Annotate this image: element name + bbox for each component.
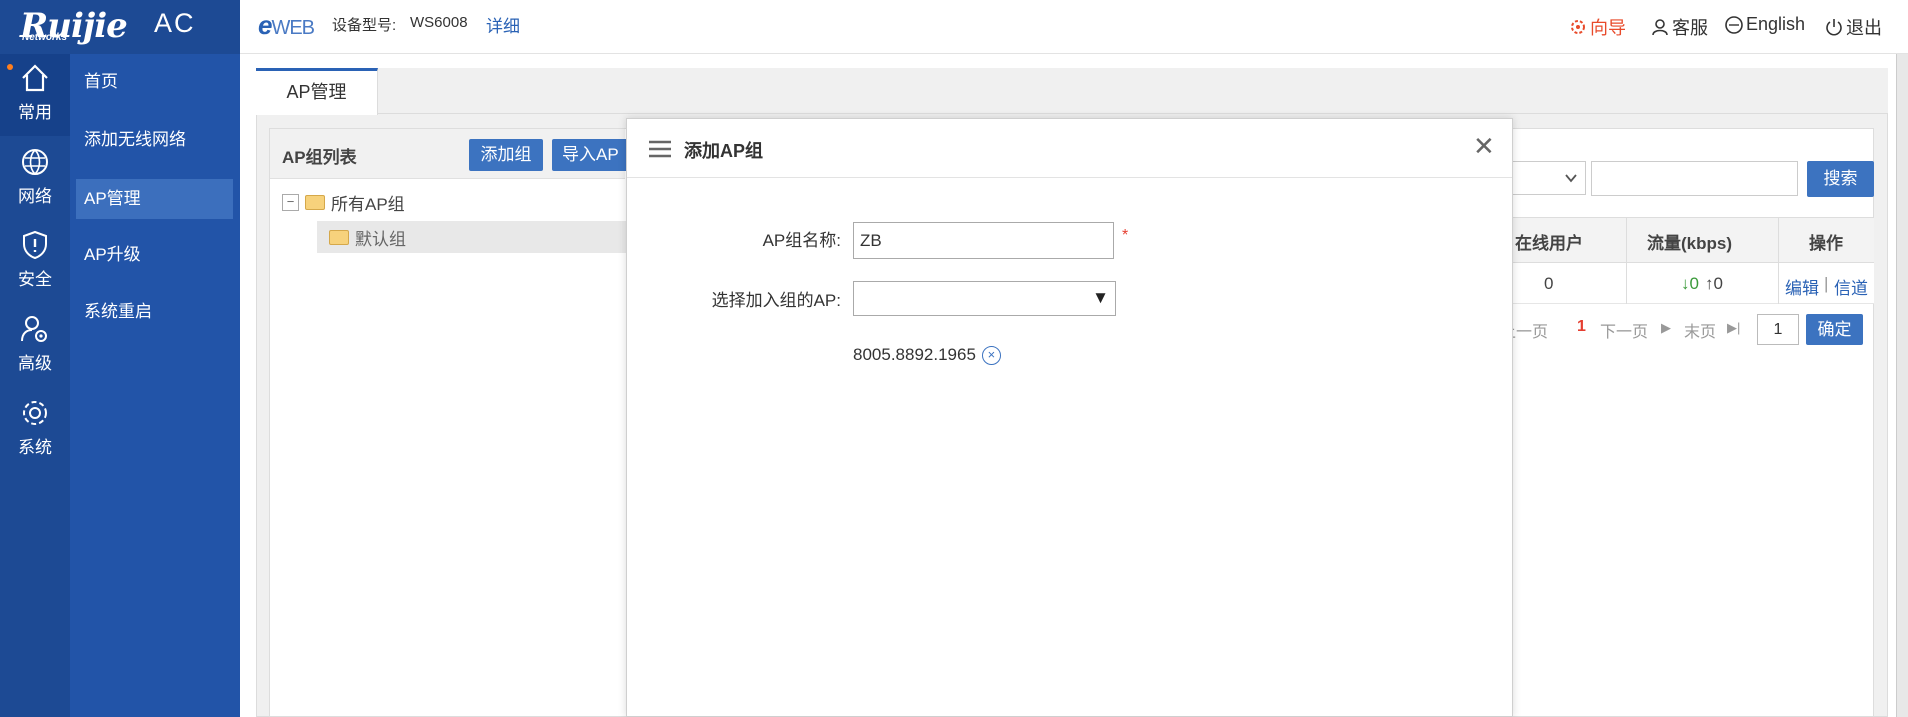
tree-item-default-group[interactable]: 默认组 [317,221,627,253]
scrollbar[interactable] [1896,54,1908,717]
import-ap-button[interactable]: 导入AP [552,139,632,171]
dialog-header: 添加AP组 ✕ [627,119,1512,178]
language-button[interactable]: English [1724,14,1805,35]
wizard-icon [1571,20,1585,34]
link-separator: | [1824,274,1829,293]
rail-item-system[interactable]: 系统 [0,389,70,471]
rail-label: 系统 [18,438,52,457]
logo: Ruijie Networks AC [0,0,240,54]
add-group-button[interactable]: 添加组 [469,139,543,171]
add-ap-group-dialog: 添加AP组 ✕ AP组名称: ZB * 选择加入组的AP: ▼ 8005.889… [626,118,1513,717]
submenu-item-reboot[interactable]: 系统重启 [76,292,233,332]
submenu-item-add-wireless[interactable]: 添加无线网络 [76,120,233,160]
rail-label: 安全 [18,270,52,289]
rail-label: 高级 [18,354,52,373]
rail-item-security[interactable]: 安全 [0,221,70,303]
required-mark: * [1122,227,1129,244]
power-icon [1826,19,1842,36]
tree-item-label: 默认组 [355,229,406,249]
user-icon [1652,19,1668,36]
eweb-logo: eWEB [258,10,315,41]
col-divider [1778,217,1779,304]
logo-product: AC [154,8,196,38]
tree-root-label: 所有AP组 [331,195,405,214]
logout-button[interactable]: 退出 [1824,14,1882,40]
device-model-value: WS6008 [410,14,468,31]
col-actions: 操作 [1809,234,1843,253]
select-ap-label: 选择加入组的AP: [711,291,841,310]
submenu-item-ap-upgrade[interactable]: AP升级 [76,235,233,275]
selected-ap-tag: 8005.8892.1965 × [853,345,1001,365]
logo-sub: Networks [22,32,68,43]
rail-label: 常用 [18,103,52,122]
search-input[interactable] [1591,161,1798,196]
col-divider [1626,217,1627,304]
logout-label: 退出 [1846,18,1882,38]
service-button[interactable]: 客服 [1650,14,1708,40]
filter-select[interactable] [1512,161,1586,195]
tree-root[interactable]: − 所有AP组 [282,190,405,215]
submenu-item-home[interactable]: 首页 [76,62,233,102]
top-header: eWEB 设备型号: WS6008 详细 向导 客服 English 退出 [240,0,1908,54]
next-arrow-icon[interactable]: ▶ [1661,320,1671,336]
folder-icon [329,229,349,245]
detail-link[interactable]: 详细 [486,12,520,37]
ap-group-list-title: AP组列表 [282,148,357,167]
cell-traffic-down: ↓0 [1681,274,1699,293]
eweb-rest: WEB [271,17,315,39]
cell-traffic-up: ↑0 [1705,274,1723,293]
notification-dot [7,64,13,70]
search-button[interactable]: 搜索 [1807,161,1874,197]
sub-menu: 首页 添加无线网络 AP管理 AP升级 系统重启 [70,54,240,717]
col-online-users: 在线用户 [1515,234,1583,253]
globe-icon [22,149,48,175]
remove-icon[interactable]: × [981,345,1001,365]
rail-item-advanced[interactable]: 高级 [0,305,70,387]
current-page: 1 [1577,318,1586,335]
guide-label: 向导 [1590,18,1626,38]
folder-icon [305,195,325,210]
dropdown-arrow-icon: ▼ [1092,288,1109,307]
group-name-input[interactable]: ZB [853,222,1114,259]
device-model-label: 设备型号: [332,17,397,34]
selected-ap-value: 8005.8892.1965 [853,345,976,364]
select-ap-dropdown[interactable]: ▼ [853,281,1116,316]
page-number-input[interactable]: 1 [1757,314,1799,345]
home-icon [22,64,48,92]
user-gear-icon [21,316,47,342]
rail-label: 网络 [18,187,52,206]
tab-ap-management[interactable]: AP管理 [256,68,378,115]
last-page-link[interactable]: 末页 [1684,318,1716,342]
edit-link[interactable]: 编辑 [1785,274,1819,299]
channel-link[interactable]: 信道 [1834,274,1868,299]
language-icon [1725,15,1743,34]
guide-button[interactable]: 向导 [1568,14,1626,40]
submenu-item-ap-management[interactable]: AP管理 [76,179,233,219]
col-traffic: 流量(kbps) [1647,234,1732,253]
language-label: English [1746,14,1806,34]
cell-online-users: 0 [1544,274,1554,293]
group-name-label: AP组名称: [762,231,841,250]
next-page-link[interactable]: 下一页 [1600,318,1648,342]
dialog-title: 添加AP组 [684,141,764,161]
chevron-down-icon [1565,174,1577,183]
close-icon[interactable]: ✕ [1473,133,1495,159]
last-arrow-icon[interactable]: ▶| [1727,320,1740,336]
eweb-e: e [258,10,273,40]
page-confirm-button[interactable]: 确定 [1806,314,1863,345]
tab-bar [256,68,1888,114]
menu-icon [649,140,671,158]
rail-item-network[interactable]: 网络 [0,138,70,220]
collapse-toggle[interactable]: − [282,194,299,211]
gear-icon [23,401,47,425]
service-label: 客服 [1672,18,1708,38]
shield-icon [23,230,47,260]
